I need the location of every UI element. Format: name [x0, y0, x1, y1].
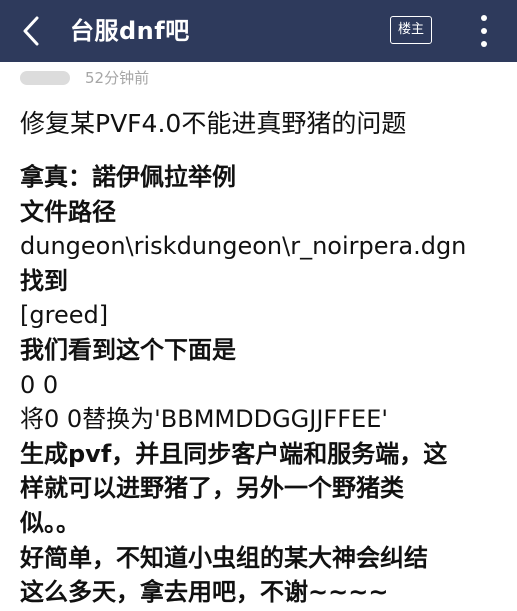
body-line: 生成pvf，并且同步客户端和服务端，这 [20, 439, 448, 468]
post-title: 修复某PVF4.0不能进真野猪的问题 [20, 109, 407, 138]
body-line: 文件路径 [20, 197, 116, 226]
body-line: 将0 0替换为'BBMMDDGGJJFFEE' [20, 405, 388, 434]
back-button[interactable] [18, 14, 48, 48]
body-line: 样就可以进野猪了，另外一个野猪类 [20, 474, 404, 503]
body-line: 这么多天，拿去用吧，不谢~~~~ [20, 578, 389, 607]
body-line: 似。。 [20, 508, 80, 537]
post-body: 拿真：諾伊佩拉举例 文件路径 dungeon\riskdungeon\r_noi… [20, 160, 505, 610]
post-time: 52分钟前 [85, 69, 150, 87]
body-line: 好简单，不知道小虫组的某大神会纠结 [20, 543, 428, 572]
post-content: 52分钟前 修复某PVF4.0不能进真野猪的问题 拿真：諾伊佩拉举例 文件路径 … [0, 62, 517, 611]
avatar[interactable] [20, 71, 70, 85]
body-line: [greed] [20, 301, 109, 330]
more-button[interactable] [478, 13, 490, 49]
body-line: dungeon\riskdungeon\r_noirpera.dgn [20, 232, 467, 261]
forum-title: 台服dnf吧 [70, 17, 190, 45]
back-arrow-icon [23, 16, 39, 46]
body-line: 找到 [20, 266, 68, 295]
body-line: 0 0 [20, 370, 59, 399]
body-line: 拿真：諾伊佩拉举例 [20, 163, 236, 191]
only-op-button[interactable]: 楼主 [390, 16, 432, 44]
body-line: 我们看到这个下面是 [20, 335, 236, 364]
top-navigation-bar: 台服dnf吧 楼主 [0, 0, 517, 62]
